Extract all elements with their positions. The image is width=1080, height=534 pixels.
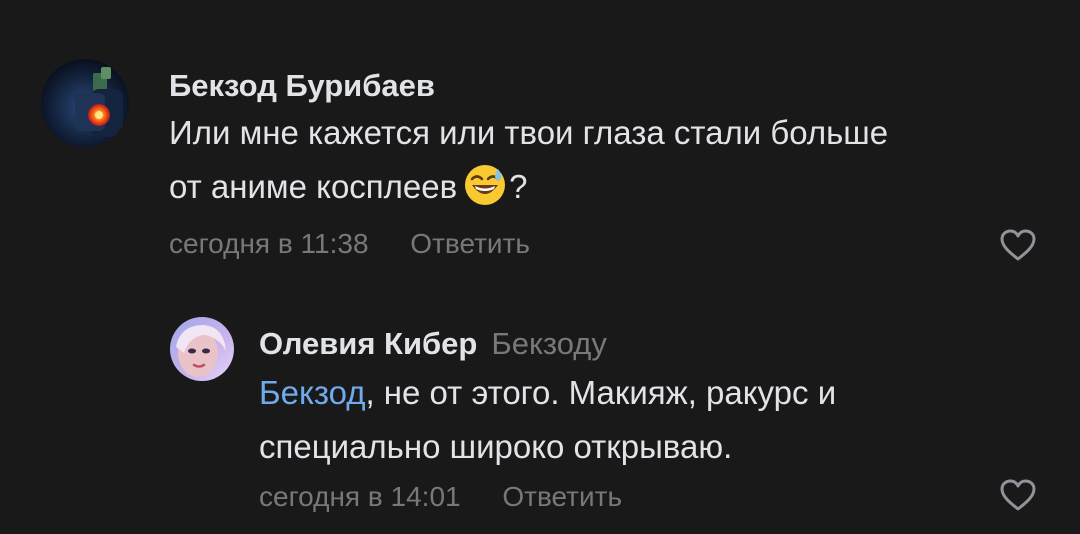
comment-text-part: от аниме косплеев: [169, 168, 458, 205]
reply-button[interactable]: Ответить: [410, 228, 530, 259]
comment-text: Или мне кажется или твои глаза стали бол…: [169, 106, 888, 223]
author-name[interactable]: Олевия Кибер: [259, 326, 477, 361]
mention-link[interactable]: Бекзод: [259, 374, 365, 411]
comment-author[interactable]: Бекзод Бурибаев: [169, 68, 435, 104]
avatar[interactable]: [41, 59, 129, 147]
reply-to-name[interactable]: Бекзоду: [491, 326, 607, 361]
avatar[interactable]: [170, 317, 234, 381]
author-name[interactable]: Бекзод Бурибаев: [169, 68, 435, 103]
comment-time: сегодня в 11:38: [169, 228, 369, 259]
comment-text-line: Бекзод, не от этого. Макияж, ракурс и: [259, 366, 836, 420]
heart-outline-icon[interactable]: [999, 478, 1037, 512]
comments-thread: Бекзод Бурибаев Или мне кажется или твои…: [0, 0, 1080, 534]
comment-author: Олевия Кибер Бекзоду: [259, 326, 607, 362]
comment-meta: сегодня в 11:38 Ответить: [169, 228, 530, 260]
reply-button[interactable]: Ответить: [502, 481, 622, 512]
comment-time: сегодня в 14:01: [259, 481, 461, 512]
comment-text-part: ?: [509, 168, 528, 205]
heart-outline-icon[interactable]: [999, 228, 1037, 262]
comment-text-line: Или мне кажется или твои глаза стали бол…: [169, 114, 889, 151]
sweat-smile-emoji: [463, 163, 507, 223]
comment-text-part: , не от этого. Макияж, ракурс и: [365, 374, 837, 411]
comment-text-line: специально широко открываю.: [259, 428, 733, 465]
comment-text: Бекзод, не от этого. Макияж, ракурс и сп…: [259, 366, 836, 474]
comment-text-line: от аниме косплеев ?: [169, 160, 888, 223]
comment-meta: сегодня в 14:01 Ответить: [259, 481, 622, 513]
